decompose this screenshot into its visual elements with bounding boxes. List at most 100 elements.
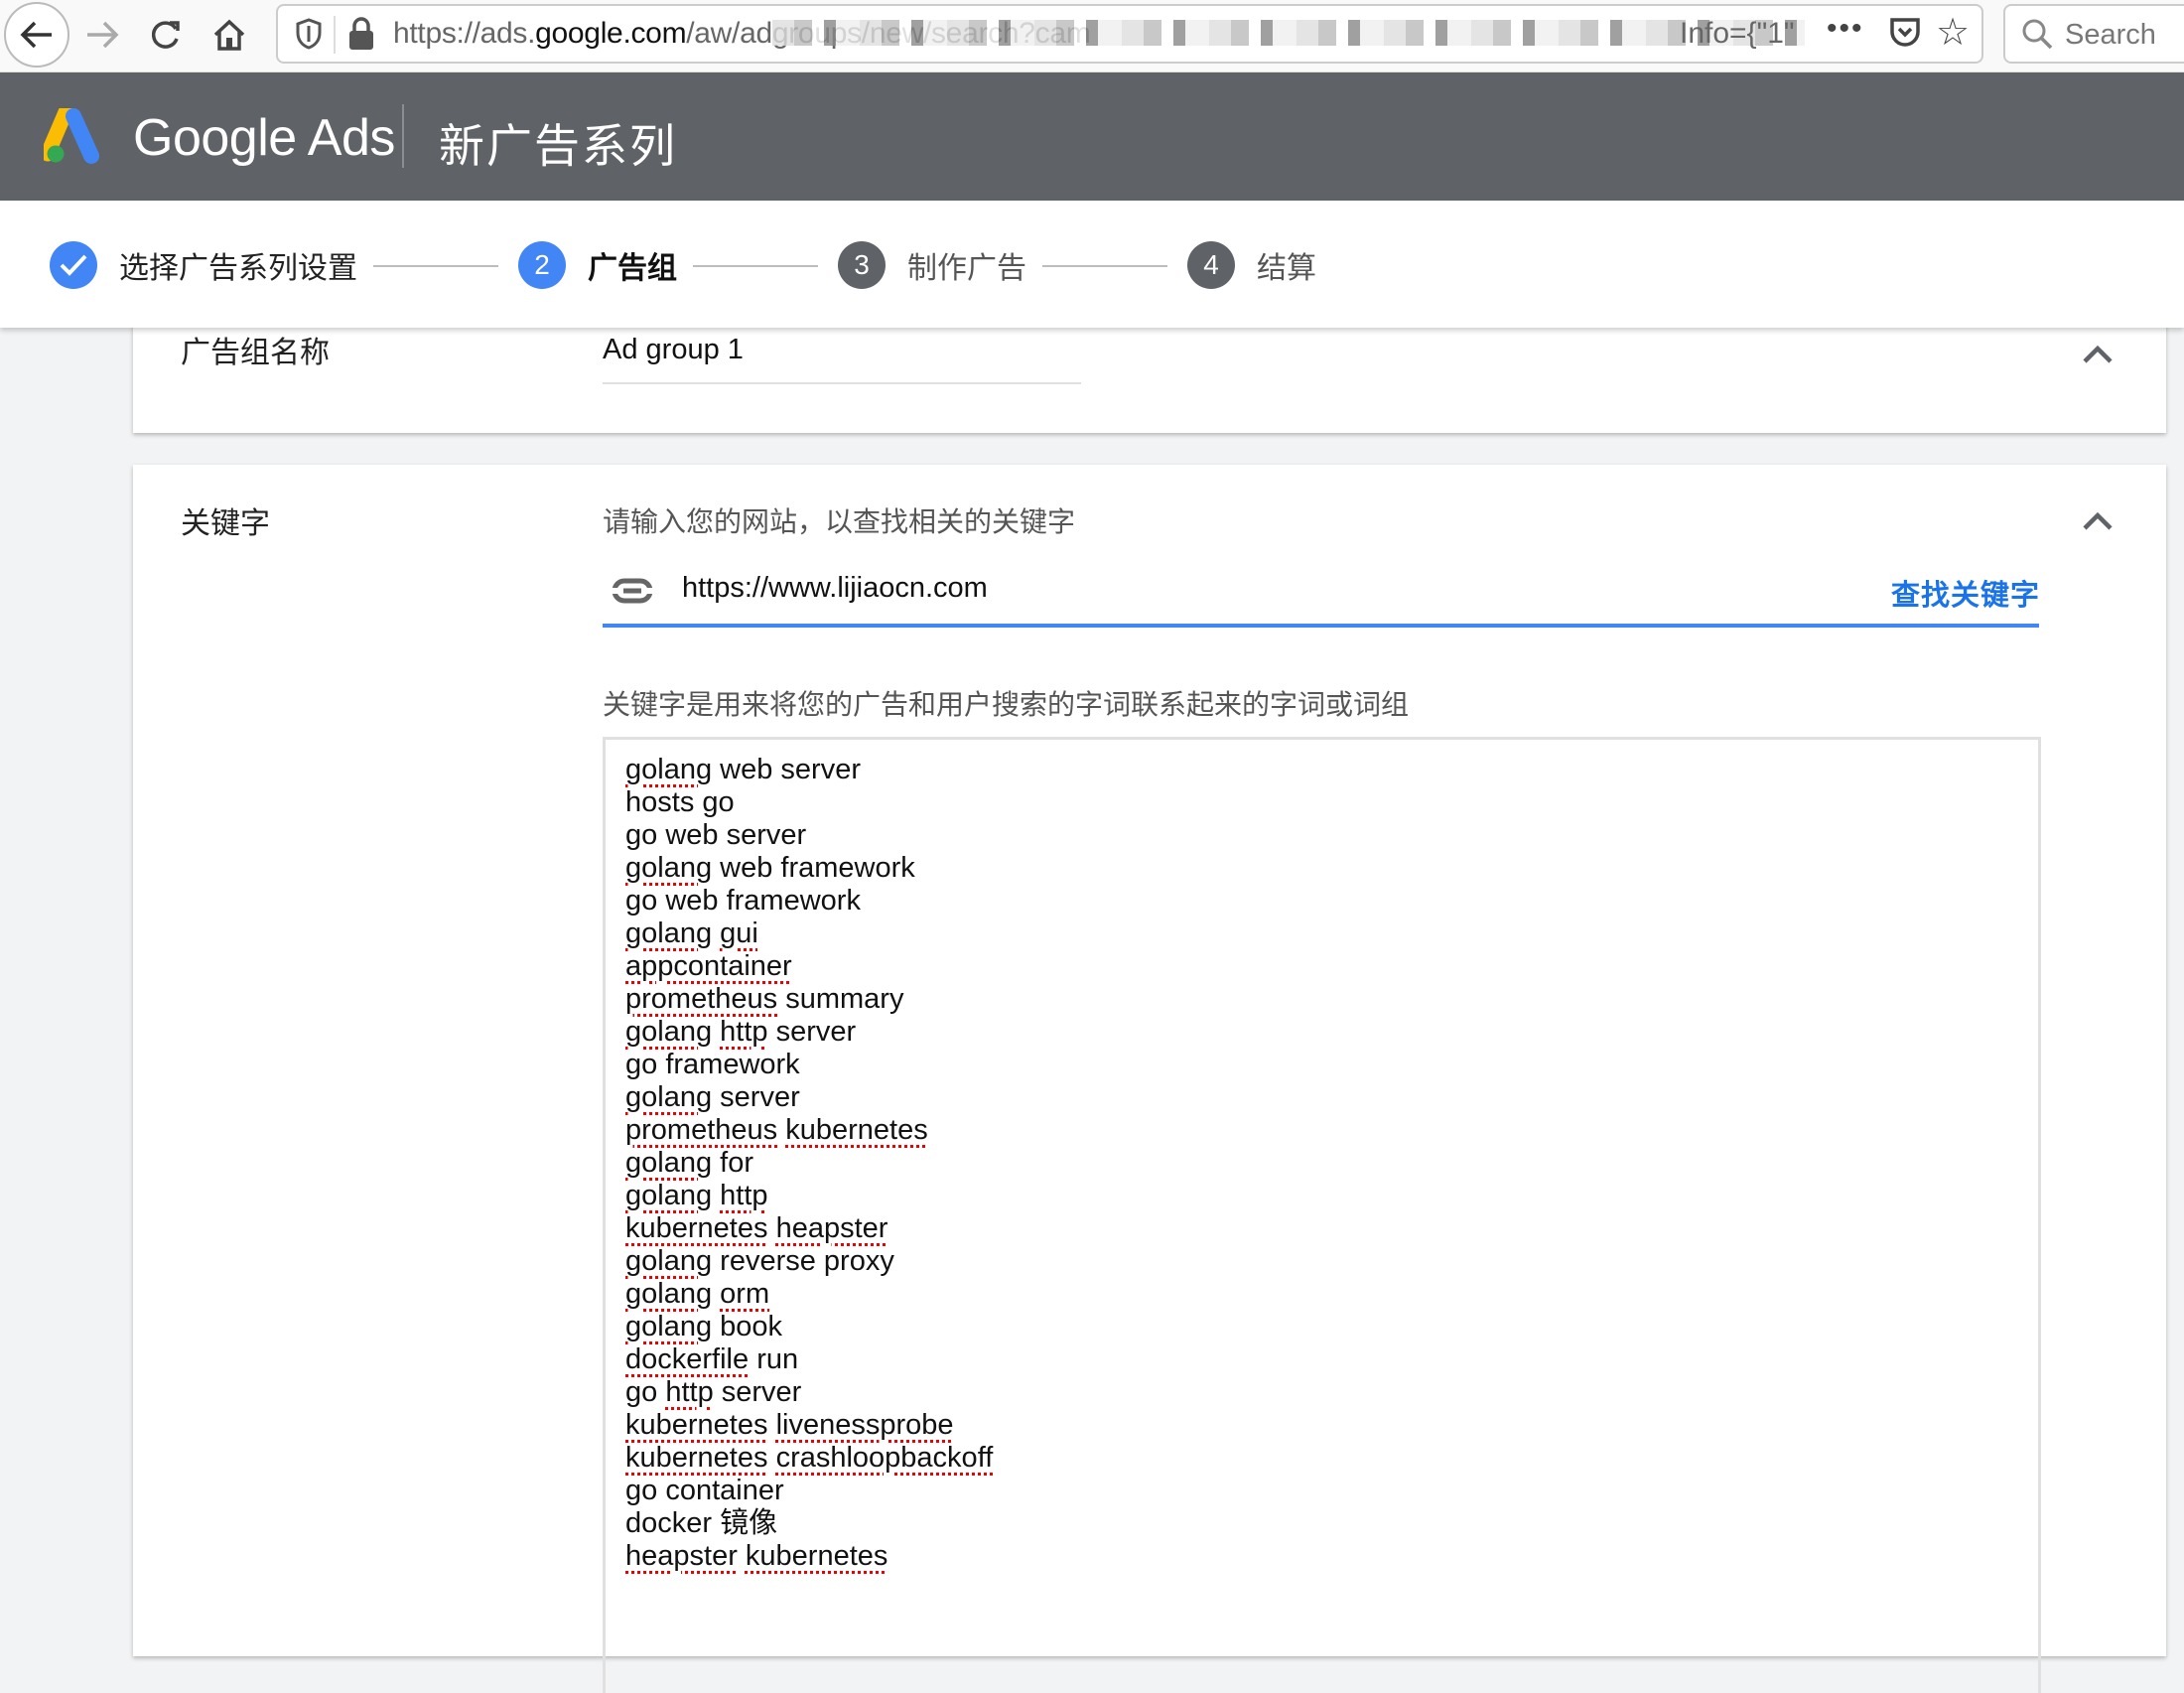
url-tail: Info={"1": [1680, 17, 1795, 50]
keyword-word: web: [720, 852, 773, 884]
keyword-line: golang gui: [625, 917, 993, 950]
keyword-word: go: [625, 885, 658, 917]
keyword-word: proxy: [823, 1245, 894, 1277]
reload-icon: [151, 21, 180, 49]
keyword-line: go http server: [625, 1376, 993, 1409]
browser-search-box[interactable]: Search: [2003, 4, 2184, 64]
header-divider: [402, 104, 404, 168]
keyword-line: prometheus kubernetes: [625, 1114, 993, 1147]
home-icon: [213, 19, 245, 51]
keyword-word: gui: [720, 917, 758, 949]
redacted-url-segment: [772, 20, 1805, 46]
keyword-word: web: [665, 885, 719, 917]
keyword-word: kubernetes: [625, 1212, 768, 1244]
keyword-line: golang book: [625, 1311, 993, 1343]
reload-button[interactable]: [139, 8, 193, 62]
website-input-underline: [603, 624, 2039, 628]
keyword-line: golang web framework: [625, 852, 993, 885]
website-hint: 请输入您的网站，以查找相关的关键字: [603, 506, 1076, 537]
keyword-word: go: [625, 1376, 658, 1408]
keyword-word: kubernetes: [625, 1442, 768, 1474]
step-label: 选择广告系列设置: [119, 252, 357, 285]
step-create-ad[interactable]: 3 制作广告: [838, 240, 1026, 290]
keyword-word: http: [665, 1376, 714, 1408]
keyword-line: golang http server: [625, 1016, 993, 1049]
keyword-word: golang: [625, 754, 713, 785]
search-icon: [2022, 19, 2053, 50]
pocket-icon[interactable]: [1888, 16, 1922, 50]
back-button[interactable]: [4, 2, 69, 68]
keyword-word: crashloopbackoff: [775, 1442, 994, 1474]
step-label: 制作广告: [907, 252, 1026, 285]
bookmark-star-icon[interactable]: ☆: [1936, 10, 1970, 55]
keyword-line: golang server: [625, 1081, 993, 1114]
keyword-word: go: [702, 786, 735, 818]
keyword-word: container: [665, 1475, 784, 1506]
keyword-word: golang: [625, 1278, 713, 1310]
step-number: 4: [1187, 241, 1235, 289]
keywords-card: 关键字 请输入您的网站，以查找相关的关键字 https://www.lijiao…: [133, 465, 2166, 1693]
step-connector: [1042, 265, 1167, 267]
keyword-line: hosts go: [625, 786, 993, 819]
step-billing[interactable]: 4 结算: [1187, 240, 1316, 290]
keyword-word: docker: [625, 1507, 713, 1539]
divider: [334, 16, 336, 54]
keyword-word: summary: [785, 983, 904, 1015]
keyword-word: livenessprobe: [775, 1409, 954, 1441]
app-header: Google Ads 新广告系列: [0, 72, 2184, 201]
keyword-word: framework: [726, 885, 861, 917]
ad-group-name-input[interactable]: Ad group 1: [603, 334, 744, 366]
keyword-line: golang for: [625, 1147, 993, 1180]
website-input[interactable]: https://www.lijiaocn.com: [682, 572, 988, 605]
keyword-word: golang: [625, 1081, 713, 1113]
chevron-up-icon[interactable]: [2081, 344, 2115, 365]
address-bar[interactable]: https://ads.google.com/aw/adgroups/new/s…: [276, 4, 1983, 64]
keywords-textarea[interactable]: golang web server hosts go go web server go…: [603, 737, 2041, 1693]
forward-icon: [87, 21, 119, 49]
keyword-line: go web server: [625, 819, 993, 852]
browser-toolbar: https://ads.google.com/aw/adgroups/new/s…: [0, 0, 2184, 72]
keyword-word: for: [720, 1147, 753, 1179]
keyword-line: kubernetes heapster: [625, 1212, 993, 1245]
keyword-line: heapster kubernetes: [625, 1540, 993, 1573]
input-underline: [603, 382, 1081, 384]
google-ads-logo-icon[interactable]: [44, 108, 109, 166]
keyword-line: golang orm: [625, 1278, 993, 1311]
link-icon: [612, 578, 653, 604]
keyword-word: golang: [625, 852, 713, 884]
keyword-word: heapster: [625, 1540, 738, 1572]
keyword-word: go: [625, 1475, 658, 1506]
keyword-line: golang web server: [625, 754, 993, 786]
lock-icon: [349, 17, 373, 50]
tracking-shield-icon[interactable]: [290, 14, 328, 54]
keywords-description: 关键字是用来将您的广告和用户搜索的字词联系起来的字词或词组: [603, 689, 1410, 720]
keyword-word: go: [625, 819, 658, 851]
progress-stepper: 选择广告系列设置 2 广告组 3 制作广告 4 结算: [0, 201, 2184, 328]
keyword-line: docker 镜像: [625, 1507, 993, 1540]
forward-button[interactable]: [75, 8, 129, 62]
checkmark-icon: [50, 241, 97, 289]
keyword-word: reverse: [720, 1245, 816, 1277]
step-ad-group[interactable]: 2 广告组: [518, 240, 677, 290]
keyword-word: server: [720, 1081, 800, 1113]
keyword-word: appcontainer: [625, 950, 792, 982]
keyword-word: golang: [625, 917, 713, 949]
keyword-word: golang: [625, 1245, 713, 1277]
keyword-word: 镜像: [720, 1507, 778, 1539]
keyword-word: golang: [625, 1016, 713, 1048]
keyword-word: server: [780, 754, 861, 785]
step-label: 结算: [1257, 252, 1316, 285]
step-number: 3: [838, 241, 886, 289]
keyword-word: book: [720, 1311, 783, 1342]
home-button[interactable]: [203, 8, 256, 62]
step-campaign-settings[interactable]: 选择广告系列设置: [50, 240, 357, 290]
chevron-up-icon[interactable]: [2081, 510, 2115, 532]
keyword-word: heapster: [775, 1212, 888, 1244]
keyword-word: orm: [720, 1278, 770, 1310]
keyword-word: run: [756, 1343, 799, 1375]
keyword-word: dockerfile: [625, 1343, 750, 1375]
keyword-word: golang: [625, 1147, 713, 1179]
more-icon[interactable]: •••: [1827, 12, 1864, 46]
keyword-line: golang http: [625, 1180, 993, 1212]
find-keywords-button[interactable]: 查找关键字: [1891, 572, 2040, 614]
